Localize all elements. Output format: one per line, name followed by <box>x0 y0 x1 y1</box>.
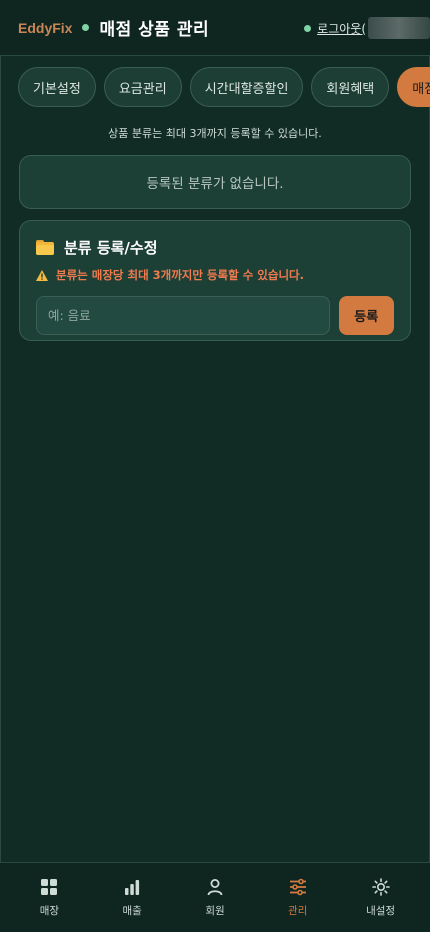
register-button[interactable]: 등록 <box>338 296 394 335</box>
nav-my-settings[interactable]: 내설정 <box>346 877 416 918</box>
user-icon <box>207 879 223 896</box>
category-limit-notice: 상품 분류는 최대 3개까지 등록할 수 있습니다. <box>108 127 322 140</box>
warning-text: 분류는 매장당 최대 3개까지만 등록할 수 있습니다. <box>56 268 304 282</box>
nav-store-label: 매장 <box>39 905 60 917</box>
category-register-card: 분류 등록/수정 분류는 매장당 최대 3개까지만 등록할 수 있습니다. 등록 <box>19 220 411 341</box>
tab-basic-settings[interactable]: 기본설정 <box>18 67 96 107</box>
bottom-navigation: 매장 매출 회원 관리 내설정 <box>0 862 430 932</box>
nav-management-label: 관리 <box>288 905 308 917</box>
warning-icon <box>36 269 48 281</box>
folder-icon <box>36 240 54 255</box>
online-dot-icon <box>304 24 312 32</box>
settings-tabs: 기본설정 요금관리 시간대할증할인 회원혜택 매점 <box>18 67 430 107</box>
brand-logo[interactable]: EddyFix <box>18 20 72 36</box>
card-title: 분류 등록/수정 <box>64 239 158 257</box>
category-input-row: 등록 <box>36 296 394 335</box>
sliders-icon <box>289 878 306 896</box>
nav-members-label: 회원 <box>205 905 225 917</box>
nav-members[interactable]: 회원 <box>180 877 250 918</box>
category-limit-warning: 분류는 매장당 최대 3개까지만 등록할 수 있습니다. <box>36 267 394 283</box>
empty-message: 등록된 분류가 없습니다. <box>146 176 284 192</box>
bar-chart-icon <box>125 880 140 895</box>
gear-icon <box>371 878 390 896</box>
nav-management[interactable]: 관리 <box>263 877 333 918</box>
tab-time-surcharge-discount[interactable]: 시간대할증할인 <box>189 67 304 107</box>
nav-store[interactable]: 매장 <box>14 877 84 918</box>
card-header: 분류 등록/수정 <box>36 237 394 258</box>
logout-link[interactable]: 로그아웃( <box>317 20 366 37</box>
top-header: EddyFix 매점 상품 관리 로그아웃( <box>0 0 430 56</box>
grid-icon <box>41 879 58 895</box>
page-title: 매점 상품 관리 <box>99 20 210 40</box>
nav-sales[interactable]: 매출 <box>97 877 167 918</box>
tab-fee-management[interactable]: 요금관리 <box>103 67 182 107</box>
header-account: 로그아웃( <box>304 0 430 56</box>
category-name-input[interactable] <box>36 296 330 335</box>
empty-category-list: 등록된 분류가 없습니다. <box>19 155 411 209</box>
tab-member-benefits[interactable]: 회원혜택 <box>311 67 390 107</box>
nav-my-settings-label: 내설정 <box>366 905 396 917</box>
tab-snack-bar[interactable]: 매점 <box>397 67 430 107</box>
nav-sales-label: 매출 <box>122 905 142 917</box>
redacted-username <box>368 17 430 39</box>
status-dot-icon <box>82 24 90 31</box>
